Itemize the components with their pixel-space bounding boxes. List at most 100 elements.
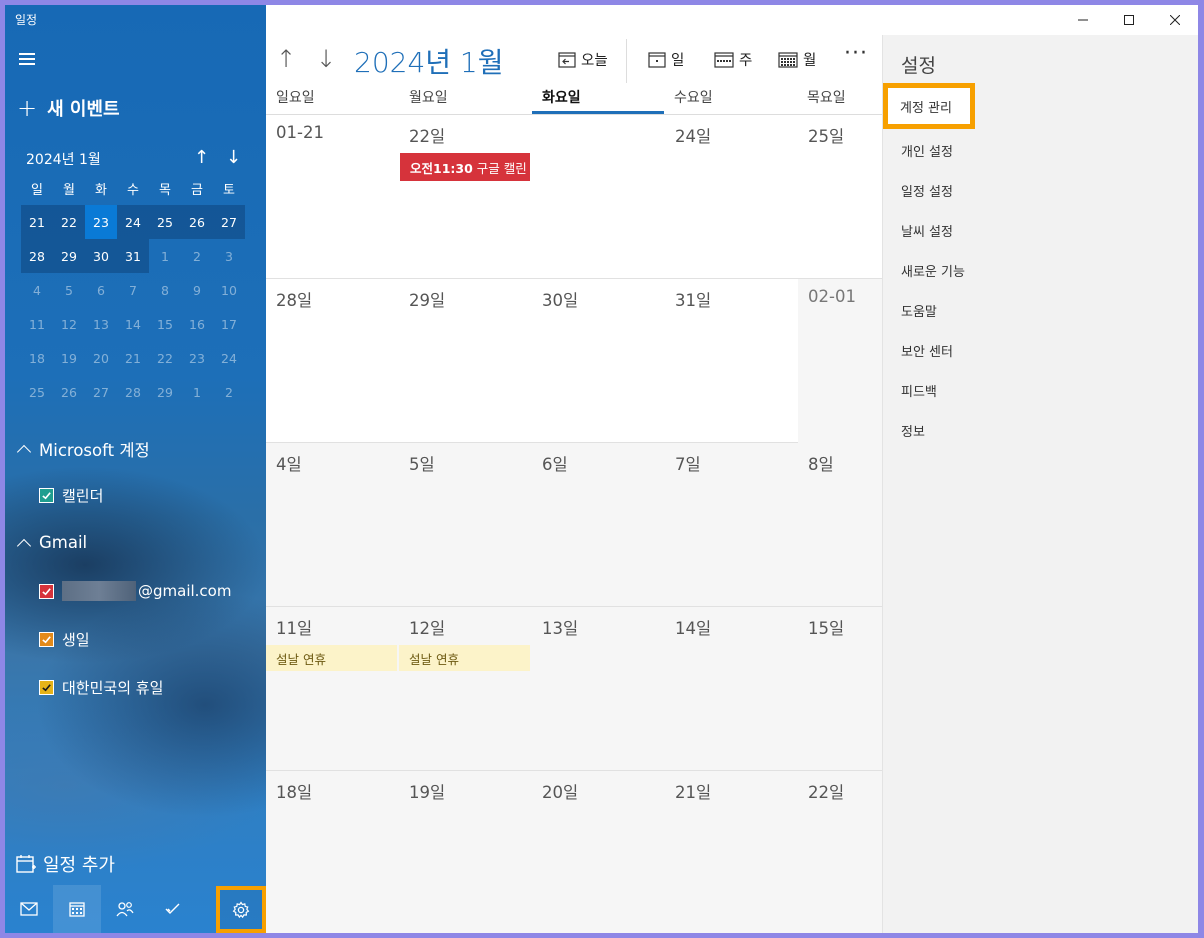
mini-day[interactable]: 24 xyxy=(213,341,245,375)
settings-about[interactable]: 정보 xyxy=(901,421,925,440)
settings-help[interactable]: 도움말 xyxy=(901,301,937,320)
day-cell[interactable]: 30일 xyxy=(532,279,664,443)
checkbox-checked-icon[interactable] xyxy=(39,632,54,647)
mini-day[interactable]: 29 xyxy=(149,375,181,409)
mini-day[interactable]: 20 xyxy=(85,341,117,375)
mini-day[interactable]: 26 xyxy=(53,375,85,409)
settings-trust-center[interactable]: 보안 센터 xyxy=(901,341,953,360)
mini-day[interactable]: 25 xyxy=(21,375,53,409)
day-cell[interactable]: 28일 xyxy=(266,279,398,443)
day-cell[interactable]: 31일 xyxy=(665,279,797,443)
mini-next-month-icon[interactable]: ↓ xyxy=(226,147,241,168)
mini-day[interactable]: 1 xyxy=(149,239,181,273)
settings-calendar-settings[interactable]: 일정 설정 xyxy=(901,181,953,200)
mini-day[interactable]: 30 xyxy=(85,239,117,273)
event-google[interactable]: 오전11:30 구글 캘린 xyxy=(400,153,530,181)
day-cell[interactable]: 12일 xyxy=(399,607,531,771)
mini-day[interactable]: 26 xyxy=(181,205,213,239)
settings-weather-settings[interactable]: 날씨 설정 xyxy=(901,221,953,240)
mini-day[interactable]: 10 xyxy=(213,273,245,307)
settings-manage-accounts[interactable]: 계정 관리 xyxy=(883,83,975,129)
day-cell[interactable]: 13일 xyxy=(532,607,664,771)
mini-day[interactable]: 8 xyxy=(149,273,181,307)
mini-day[interactable]: 25 xyxy=(149,205,181,239)
calendar-item-gmail[interactable]: @gmail.com xyxy=(39,581,231,601)
day-cell[interactable]: 5일 xyxy=(399,443,531,607)
mini-day[interactable]: 16 xyxy=(181,307,213,341)
close-button[interactable] xyxy=(1152,5,1198,35)
day-cell[interactable]: 14일 xyxy=(665,607,797,771)
mini-calendar-month[interactable]: 2024년 1월 xyxy=(26,149,101,169)
more-options-icon[interactable]: ··· xyxy=(844,41,868,66)
day-cell[interactable]: 21일 xyxy=(665,771,797,933)
mini-day[interactable]: 11 xyxy=(21,307,53,341)
mini-day[interactable]: 22 xyxy=(53,205,85,239)
day-cell[interactable]: 6일 xyxy=(532,443,664,607)
mini-day-today[interactable]: 23 xyxy=(85,205,117,239)
mini-day[interactable]: 1 xyxy=(181,375,213,409)
mini-day[interactable]: 27 xyxy=(85,375,117,409)
day-cell[interactable]: 01-21 xyxy=(266,115,398,279)
day-view-button[interactable]: 일 xyxy=(648,49,684,70)
calendar-item-birthday[interactable]: 생일 xyxy=(39,629,90,650)
mini-day[interactable]: 9 xyxy=(181,273,213,307)
hamburger-menu-icon[interactable] xyxy=(19,53,35,65)
day-cell[interactable]: 18일 xyxy=(266,771,398,933)
prev-month-icon[interactable]: ↑ xyxy=(276,45,296,73)
event-holiday[interactable]: 설날 연휴 xyxy=(266,645,397,671)
next-month-icon[interactable]: ↓ xyxy=(316,45,336,73)
mini-day[interactable]: 22 xyxy=(149,341,181,375)
mini-day[interactable]: 28 xyxy=(117,375,149,409)
mini-day[interactable]: 14 xyxy=(117,307,149,341)
mini-day[interactable]: 27 xyxy=(213,205,245,239)
mini-day[interactable]: 2 xyxy=(181,239,213,273)
day-cell[interactable]: 29일 xyxy=(399,279,531,443)
mini-day[interactable]: 2 xyxy=(213,375,245,409)
mini-day[interactable]: 15 xyxy=(149,307,181,341)
todo-button[interactable] xyxy=(149,885,197,933)
day-cell[interactable]: 4일 xyxy=(266,443,398,607)
settings-button[interactable] xyxy=(216,886,266,933)
mini-day[interactable]: 6 xyxy=(85,273,117,307)
calendar-item-holidays[interactable]: 대한민국의 휴일 xyxy=(39,677,163,698)
people-button[interactable] xyxy=(101,885,149,933)
mini-day[interactable]: 7 xyxy=(117,273,149,307)
mini-day[interactable]: 5 xyxy=(53,273,85,307)
mail-button[interactable] xyxy=(5,885,53,933)
calendar-button[interactable] xyxy=(53,885,101,933)
week-view-button[interactable]: 주 xyxy=(714,49,752,70)
day-cell[interactable]: 11일 xyxy=(266,607,398,771)
day-cell[interactable]: 02-01 xyxy=(798,279,882,443)
day-cell[interactable]: 20일 xyxy=(532,771,664,933)
mini-day[interactable]: 19 xyxy=(53,341,85,375)
minimize-button[interactable] xyxy=(1060,5,1106,35)
day-cell[interactable]: 7일 xyxy=(665,443,797,607)
mini-day[interactable]: 13 xyxy=(85,307,117,341)
mini-day[interactable]: 21 xyxy=(117,341,149,375)
day-cell[interactable]: 19일 xyxy=(399,771,531,933)
mini-day[interactable]: 23 xyxy=(181,341,213,375)
calendar-item-calendar[interactable]: 캘린더 xyxy=(39,485,103,506)
event-holiday[interactable]: 설날 연휴 xyxy=(399,645,530,671)
mini-prev-month-icon[interactable]: ↑ xyxy=(194,147,209,168)
group-microsoft-toggle[interactable]: Microsoft 계정 xyxy=(16,437,150,461)
mini-day[interactable]: 17 xyxy=(213,307,245,341)
mini-day[interactable]: 12 xyxy=(53,307,85,341)
month-view-button[interactable]: 월 xyxy=(778,49,816,70)
mini-day[interactable]: 31 xyxy=(117,239,149,273)
settings-whats-new[interactable]: 새로운 기능 xyxy=(901,261,965,280)
settings-personalization[interactable]: 개인 설정 xyxy=(901,141,953,160)
checkbox-checked-icon[interactable] xyxy=(39,680,54,695)
checkbox-checked-icon[interactable] xyxy=(39,488,54,503)
maximize-button[interactable] xyxy=(1106,5,1152,35)
mini-day[interactable]: 3 xyxy=(213,239,245,273)
add-calendar-button[interactable]: 일정 추가 xyxy=(15,851,115,877)
month-title[interactable]: 2024년 1월 xyxy=(354,41,504,81)
mini-day[interactable]: 18 xyxy=(21,341,53,375)
day-cell[interactable]: 22일 xyxy=(399,115,531,279)
today-button[interactable]: 오늘 xyxy=(558,49,608,70)
mini-day[interactable]: 29 xyxy=(53,239,85,273)
settings-feedback[interactable]: 피드백 xyxy=(901,381,937,400)
new-event-button[interactable]: + 새 이벤트 xyxy=(17,95,120,121)
day-cell-today[interactable] xyxy=(532,115,664,279)
